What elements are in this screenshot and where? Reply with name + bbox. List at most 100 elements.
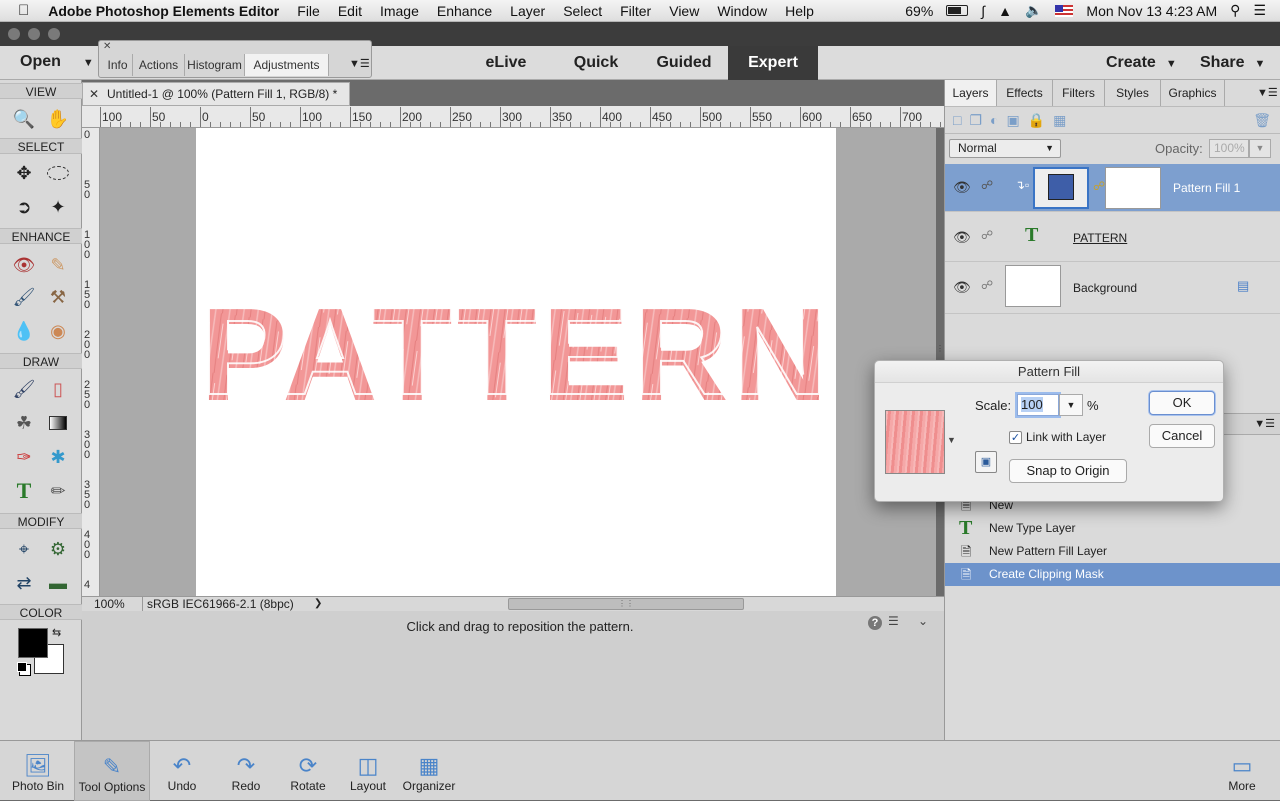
visibility-eye-icon[interactable]: 👁 [953,179,971,196]
new-layer-icon[interactable]: □ [953,112,961,128]
pattern-picker-chevron-icon[interactable]: ▼ [947,435,956,445]
menu-select[interactable]: Select [554,3,611,19]
visibility-eye-icon[interactable]: 👁 [953,229,971,246]
apple-menu-icon[interactable]:  [0,2,39,19]
close-document-icon[interactable]: ✕ [89,83,99,105]
menu-image[interactable]: Image [371,3,428,19]
open-button[interactable]: Open ▼ [20,53,94,71]
opacity-field[interactable]: 100% [1209,139,1249,158]
zoom-tool-icon[interactable]: 🔍 [9,106,39,132]
layer-name[interactable]: Pattern Fill 1 [1173,181,1240,195]
link-icon[interactable]: ☍ [981,278,993,292]
tool-options-button[interactable]: ✎ Tool Options [74,741,150,801]
paint-bucket-tool-icon[interactable]: ☘ [9,410,39,436]
document-tab[interactable]: ✕ Untitled-1 @ 100% (Pattern Fill 1, RGB… [82,82,350,106]
history-item-selected[interactable]: 🗎 Create Clipping Mask [945,563,1280,586]
cancel-button[interactable]: Cancel [1149,424,1215,448]
blur-tool-icon[interactable]: 💧 [9,318,39,344]
background-thumbnail[interactable] [1005,265,1061,307]
eyedropper-tool-icon[interactable]: ✑ [9,444,39,470]
scale-dropdown-icon[interactable]: ▼ [1059,394,1083,416]
link-icon[interactable]: ☍ [981,228,993,242]
layout-button[interactable]: ◫ Layout [342,741,394,801]
lock-all-icon[interactable]: 🔒 [1028,112,1045,129]
link-with-layer-checkbox[interactable]: ✓ [1009,431,1022,444]
panel-menu-icon[interactable]: ▼☰ [1254,417,1275,430]
bluetooth-icon[interactable]: ∫ [981,3,985,19]
close-panel-icon[interactable]: ✕ [103,41,111,52]
more-button[interactable]: ▭ More [1214,741,1270,801]
custom-shape-tool-icon[interactable]: ✱ [43,444,73,470]
move-tool-icon[interactable]: ✥ [9,160,39,186]
healing-brush-tool-icon[interactable]: ✎ [43,252,73,278]
add-mask-icon[interactable]: ▣ [1007,112,1020,129]
link-with-layer-label[interactable]: Link with Layer [1026,430,1106,444]
notification-center-icon[interactable]: ☰ [1253,2,1266,19]
minimize-window-icon[interactable] [28,28,40,40]
flag-icon[interactable] [1055,4,1074,17]
redo-button[interactable]: ↷ Redo [220,741,272,801]
hand-tool-icon[interactable]: ✋ [43,106,73,132]
layer-name[interactable]: Background [1073,281,1137,295]
straighten-tool-icon[interactable]: ▬ [43,570,73,596]
document-canvas[interactable]: PATTERN PATTERN [196,128,836,596]
blend-mode-select[interactable]: Normal ▼ [949,139,1061,158]
rotate-button[interactable]: ⟳ Rotate [280,741,336,801]
link-icon[interactable]: ☍ [981,178,993,192]
tab-info[interactable]: Info [103,54,133,76]
help-icon[interactable]: ? [868,616,882,630]
foreground-color-swatch[interactable] [18,628,48,658]
red-eye-tool-icon[interactable]: 👁 [9,252,39,278]
scale-input[interactable]: 100 [1017,394,1059,416]
snap-to-origin-button[interactable]: Snap to Origin [1009,459,1127,483]
close-window-icon[interactable] [8,28,20,40]
undo-button[interactable]: ↶ Undo [156,741,208,801]
tab-adjustments[interactable]: Adjustments [245,54,329,76]
marquee-tool-icon[interactable] [43,160,73,186]
mode-elive[interactable]: eLive [462,46,550,80]
menu-view[interactable]: View [660,3,708,19]
zoom-level[interactable]: 100% [94,597,125,611]
lock-transparency-icon[interactable]: ▦ [1053,112,1066,129]
visibility-eye-icon[interactable]: 👁 [953,279,971,296]
tab-graphics[interactable]: Graphics [1161,80,1225,106]
mode-guided[interactable]: Guided [640,46,728,80]
swap-colors-icon[interactable]: ⇆ [52,626,61,639]
share-button[interactable]: Share ▼ [1200,54,1265,72]
crop-tool-icon[interactable]: ⌖ [9,536,39,562]
layer-name[interactable]: PATTERN [1073,231,1127,245]
clone-stamp-tool-icon[interactable]: ⚒ [43,284,73,310]
menu-filter[interactable]: Filter [611,3,660,19]
magic-wand-tool-icon[interactable]: ✦ [43,194,73,220]
opacity-dropdown-icon[interactable]: ▼ [1249,139,1271,158]
new-group-icon[interactable]: ❐ [969,112,982,129]
menu-edit[interactable]: Edit [329,3,371,19]
sponge-tool-icon[interactable]: ◉ [43,318,73,344]
content-aware-move-tool-icon[interactable]: ⇄ [9,570,39,596]
horizontal-scrollbar[interactable]: ⋮⋮ [508,598,744,610]
pattern-fill-thumbnail[interactable] [1033,167,1089,209]
layer-row-background[interactable]: 👁 ☍ Background ▤ [945,262,1280,314]
tab-filters[interactable]: Filters [1053,80,1105,106]
options-menu-icon[interactable]: ☰ [888,614,899,628]
history-item[interactable]: 🗎 New Pattern Fill Layer [945,540,1280,563]
organizer-button[interactable]: ▦ Organizer [398,741,460,801]
menu-window[interactable]: Window [708,3,776,19]
type-tool-icon[interactable]: T [9,478,39,504]
background-lock-icon[interactable]: ▤ [1237,278,1249,294]
app-menu[interactable]: Adobe Photoshop Elements Editor [39,3,288,19]
layer-mask-thumbnail[interactable] [1105,167,1161,209]
volume-icon[interactable]: 🔈 [1025,2,1042,19]
floating-panel[interactable]: ✕ Info Actions Histogram Adjustments ▼☰ [98,40,372,78]
battery-icon[interactable] [946,5,969,16]
pencil-tool-icon[interactable]: ✏ [43,478,73,504]
recompose-tool-icon[interactable]: ⚙ [43,536,73,562]
airplay-icon[interactable]: ▲ [998,3,1012,19]
layer-row-pattern-text[interactable]: 👁 ☍ T PATTERN [945,214,1280,262]
chevron-right-icon[interactable]: ❯ [314,597,322,611]
smart-brush-tool-icon[interactable]: 🖌 [9,284,39,310]
tab-histogram[interactable]: Histogram [185,54,245,76]
lasso-tool-icon[interactable]: ➲ [9,194,39,220]
zoom-window-icon[interactable] [48,28,60,40]
menu-enhance[interactable]: Enhance [428,3,501,19]
